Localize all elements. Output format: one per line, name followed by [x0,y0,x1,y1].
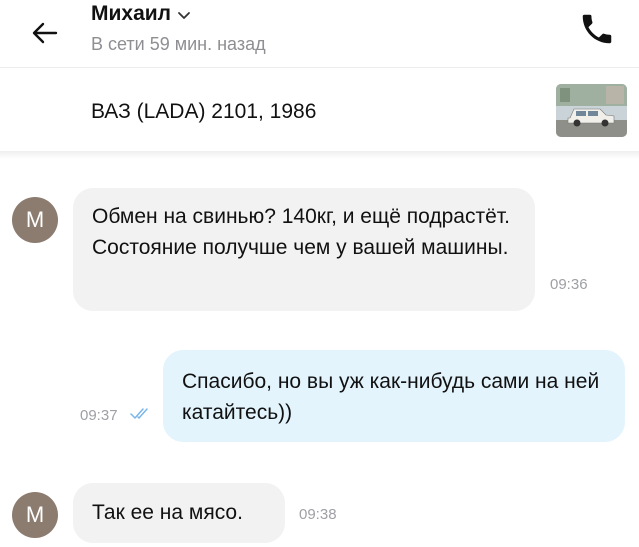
listing-title[interactable]: ВАЗ (LADA) 2101, 1986 [91,100,316,124]
contact-name: Михаил [91,2,172,25]
double-check-icon [130,408,148,419]
listing-thumbnail[interactable] [556,84,627,137]
message-time: 09:38 [299,506,337,523]
message-text: Так ее на мясо. [92,501,243,524]
avatar[interactable]: М [12,197,58,243]
car-photo-icon [556,84,627,137]
back-arrow-icon[interactable] [30,18,60,48]
message-time: 09:36 [550,276,588,293]
message-text: Спасибо, но вы уж как-нибудь сами на ней… [182,370,600,424]
avatar[interactable]: М [12,492,58,538]
online-status: В сети 59 мин. назад [91,34,266,54]
phone-icon[interactable] [578,10,616,48]
message-text: Обмен на свинью? 140кг, и ещё подрастёт.… [92,205,510,259]
message-time: 09:37 [80,407,118,424]
listing-shadow [0,151,639,159]
chevron-down-icon [178,12,190,19]
contact-name-button[interactable]: Михаил [91,2,191,26]
